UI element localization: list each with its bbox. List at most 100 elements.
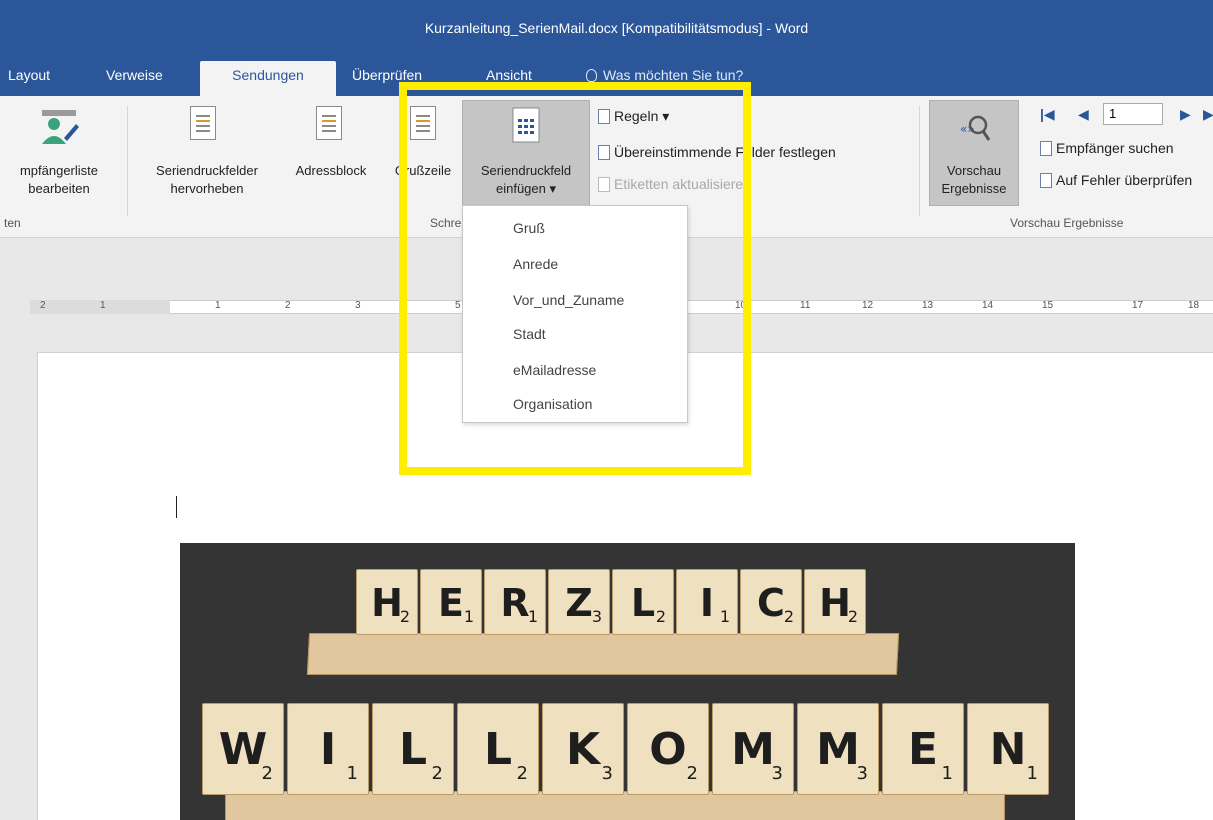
scrabble-tile: W2 <box>202 703 284 795</box>
highlight-fields-label-2: hervorheben <box>170 181 244 196</box>
scrabble-tile: M3 <box>712 703 794 795</box>
check-errors-button[interactable]: Auf Fehler überprüfen <box>1040 172 1192 188</box>
tile-value: 1 <box>719 607 730 626</box>
find-recipient-icon <box>1040 141 1052 156</box>
tile-letter: H <box>371 581 403 625</box>
scrabble-photo: H2E1R1Z3L2I1C2H2 W2I1L2L2K3O2M3M3E1N1 <box>180 543 1075 820</box>
ruler-tick: 15 <box>1042 300 1054 311</box>
edit-recipients-icon <box>42 110 79 144</box>
previous-record-icon[interactable]: ◀ <box>1078 106 1089 123</box>
tell-me-search[interactable]: Was möchten Sie tun? <box>586 67 743 83</box>
last-record-icon[interactable]: ▶ <box>1203 106 1213 123</box>
tile-rack <box>225 791 1005 820</box>
tile-letter: L <box>398 724 428 775</box>
record-number-input[interactable]: 1 <box>1103 103 1163 125</box>
scrabble-tile: I1 <box>287 703 369 795</box>
scrabble-tile: H2 <box>804 569 866 635</box>
check-errors-icon <box>1040 173 1052 188</box>
ruler-tick: 2 <box>285 300 291 311</box>
scrabble-tile: R1 <box>484 569 546 635</box>
tile-letter: M <box>816 724 860 775</box>
ruler-tick: 14 <box>982 300 994 311</box>
title-bar: Kurzanleitung_SerienMail.docx [Kompatibi… <box>0 0 1213 58</box>
first-record-icon[interactable]: |◀ <box>1040 106 1055 123</box>
highlight-annotation-box <box>399 82 751 475</box>
tile-letter: O <box>649 724 687 775</box>
tile-value: 2 <box>686 763 698 784</box>
tab-ueberpruefen[interactable]: Überprüfen <box>352 67 422 83</box>
tile-letter: Z <box>565 581 593 625</box>
scrabble-tile: I1 <box>676 569 738 635</box>
ruler-tick: 13 <box>922 300 934 311</box>
edit-recipients-label-1: mpfängerliste <box>19 163 99 178</box>
scrabble-tile: N1 <box>967 703 1049 795</box>
tile-letter: W <box>218 724 268 775</box>
tile-value: 1 <box>527 607 538 626</box>
tile-letter: K <box>565 724 601 775</box>
tile-letter: L <box>630 581 656 625</box>
tile-letter: E <box>438 581 464 625</box>
ruler-tick: 18 <box>1188 300 1200 311</box>
scrabble-tile: L2 <box>457 703 539 795</box>
highlight-fields-label-1: Seriendruckfelder <box>156 163 258 178</box>
find-recipient-label: Empfänger suchen <box>1056 140 1174 156</box>
group-separator <box>127 106 128 216</box>
ruler-tick: 1 <box>100 300 106 311</box>
scrabble-tile: E1 <box>420 569 482 635</box>
tile-value: 2 <box>655 607 666 626</box>
ruler-tick: 11 <box>800 300 811 311</box>
tile-letter: H <box>819 581 851 625</box>
highlight-fields-button[interactable]: Seriendruckfelder hervorheben <box>134 162 280 198</box>
scrabble-tile: M3 <box>797 703 879 795</box>
ruler-tick: 3 <box>355 300 361 311</box>
group-label-preview: Vorschau Ergebnisse <box>1010 216 1124 230</box>
preview-label-1: Vorschau <box>946 163 1002 178</box>
group-label-left: ten <box>4 216 21 230</box>
text-cursor <box>176 496 177 518</box>
tile-value: 1 <box>1026 763 1038 784</box>
tile-value: 2 <box>431 763 443 784</box>
scrabble-tile: C2 <box>740 569 802 635</box>
preview-results-button[interactable]: «» Vorschau Ergebnisse <box>929 100 1019 206</box>
tile-value: 3 <box>771 763 783 784</box>
edit-recipients-button[interactable]: mpfängerliste bearbeiten <box>0 162 118 198</box>
tile-value: 2 <box>261 763 273 784</box>
next-record-icon[interactable]: ▶ <box>1180 106 1191 123</box>
scrabble-tile: Z3 <box>548 569 610 635</box>
tile-value: 2 <box>847 607 858 626</box>
tile-value: 1 <box>941 763 953 784</box>
tile-value: 3 <box>856 763 868 784</box>
ruler-tick: 2 <box>40 300 46 311</box>
check-errors-label: Auf Fehler überprüfen <box>1056 172 1193 188</box>
address-block-icon <box>316 106 342 140</box>
tile-value: 2 <box>783 607 794 626</box>
highlight-fields-icon <box>190 106 216 140</box>
tile-value: 2 <box>516 763 528 784</box>
tab-verweise[interactable]: Verweise <box>106 67 163 83</box>
tile-value: 2 <box>399 607 410 626</box>
scrabble-tile: L2 <box>612 569 674 635</box>
tile-letter: R <box>500 581 530 625</box>
lightbulb-icon <box>586 69 597 82</box>
tile-letter: E <box>907 724 939 775</box>
find-recipient-button[interactable]: Empfänger suchen <box>1040 140 1174 156</box>
scrabble-tile: E1 <box>882 703 964 795</box>
group-separator-2 <box>919 106 920 216</box>
tell-me-placeholder: Was möchten Sie tun? <box>603 67 744 83</box>
ruler-tick: 12 <box>862 300 874 311</box>
address-block-button[interactable]: Adressblock <box>282 162 380 180</box>
ruler-tick: 17 <box>1132 300 1144 311</box>
tab-sendungen[interactable]: Sendungen <box>200 61 336 96</box>
tile-letter: I <box>319 724 337 775</box>
scrabble-tile: H2 <box>356 569 418 635</box>
tile-letter: C <box>757 581 785 625</box>
tab-ansicht[interactable]: Ansicht <box>486 67 532 83</box>
ruler-tick: 1 <box>215 300 221 311</box>
word-window: { "window": { "title": "Kurzanleitung_Se… <box>0 0 1213 820</box>
tile-value: 3 <box>591 607 602 626</box>
scrabble-tile: K3 <box>542 703 624 795</box>
tile-letter: L <box>483 724 513 775</box>
preview-magnifier-icon: «» <box>960 115 991 141</box>
tab-layout[interactable]: Layout <box>8 67 50 83</box>
preview-label-2: Ergebnisse <box>941 181 1007 196</box>
